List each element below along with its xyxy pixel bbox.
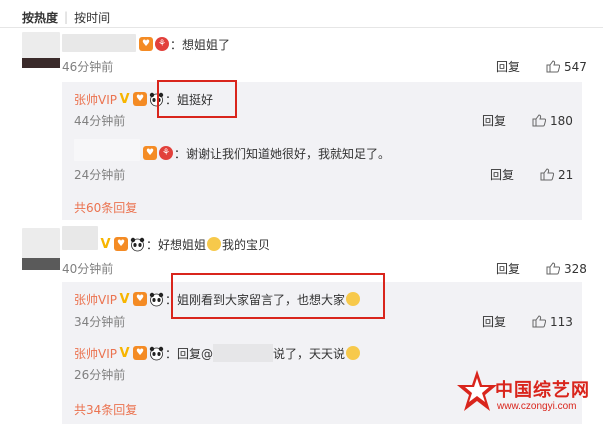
more-replies-link[interactable]: 共60条回复 [74,199,137,216]
like-count: 180 [550,113,573,128]
reply-button[interactable]: 回复 [496,58,520,75]
reply-time: 26分钟前 [74,368,126,382]
reply-line: 张帅VIP V ♥ ：回复@ 说了，天天说 [74,344,361,362]
like-icon[interactable] [540,168,555,181]
sort-by-hot[interactable]: 按热度 [22,9,58,26]
like-count: 328 [564,261,587,276]
reply-button[interactable]: 回复 [496,260,520,277]
reply-button[interactable]: 回复 [482,112,506,129]
mention-redacted[interactable] [213,344,274,362]
crying-emoji-icon [207,237,222,251]
comment-actions: 回复 328 [496,260,587,277]
verified-v-icon: V [119,291,130,307]
username-redacted[interactable] [62,34,136,52]
star-logo-icon [457,370,497,411]
sort-separator: | [64,10,69,24]
reply-time: 34分钟前 [74,315,126,329]
reply-username[interactable]: 张帅VIP [74,91,117,108]
verified-v-icon: V [119,91,130,107]
member-badge-icon: ♥ [133,292,147,306]
reply-text: ：谢谢让我们知道她很好，我就知足了。 [174,146,391,161]
like-count: 21 [558,167,574,182]
panda-emoji-icon [149,292,164,307]
member-badge-icon: ♥ [139,37,153,51]
comment-body: V ♥ ：好想姐姐 我的宝贝 [98,236,270,252]
reply-actions: 回复 21 [490,166,573,183]
reply-time: 24分钟前 [74,168,126,182]
member-badge-icon: ♥ [133,92,147,106]
avatar[interactable] [22,228,60,270]
watermark-title: 中国综艺网 [495,380,590,401]
comment-body: ♥ ⚘ ：想姐姐了 [138,36,230,52]
comment-actions: 回复 547 [496,58,587,75]
comment-time: 40分钟前 [62,262,114,276]
reply-username[interactable]: 张帅VIP [74,345,117,362]
username-redacted[interactable] [74,139,140,161]
avatar[interactable] [22,32,60,68]
like-icon[interactable] [546,60,561,73]
reply-text-tail: 说了，天天说 [273,346,346,361]
like-icon[interactable] [532,315,547,328]
sort-bar: 按热度 | 按时间 [22,8,110,26]
like-count: 113 [550,314,573,329]
reply-actions: 回复 113 [482,313,573,330]
highlight-box [171,273,385,319]
member-badge-icon: ♥ [133,346,147,360]
comment-text: ：好想姐姐 [146,237,207,252]
reply-time: 44分钟前 [74,114,126,128]
reply-line: ♥ ⚘ ：谢谢让我们知道她很好，我就知足了。 [142,145,390,161]
like-icon[interactable] [546,262,561,275]
reply-button[interactable]: 回复 [482,313,506,330]
highlight-box [157,80,237,118]
member-badge-icon: ♥ [143,146,157,160]
sort-by-time[interactable]: 按时间 [74,9,110,26]
like-icon[interactable] [532,114,547,127]
grin-emoji-icon [346,346,361,360]
reply-actions: 回复 180 [482,112,573,129]
member-badge-icon: ♥ [114,237,128,251]
more-replies-link[interactable]: 共34条回复 [74,401,137,418]
like-count: 547 [564,59,587,74]
comment-text: ：想姐姐了 [170,37,231,52]
weibo-badge-icon: ⚘ [155,37,169,51]
verified-v-icon: V [100,236,111,252]
weibo-badge-icon: ⚘ [159,146,173,160]
divider [0,27,603,28]
panda-emoji-icon [149,346,164,361]
watermark-url: www.czongyi.com [497,401,577,412]
reply-text: ：回复@ [165,346,214,361]
comment-time: 46分钟前 [62,60,114,74]
verified-v-icon: V [119,345,130,361]
panda-emoji-icon [130,237,145,252]
watermark-logo: 中国综艺网 www.czongyi.com [457,368,597,420]
comment-text-tail: 我的宝贝 [222,237,271,252]
reply-username[interactable]: 张帅VIP [74,291,117,308]
username-redacted[interactable] [62,226,98,250]
reply-button[interactable]: 回复 [490,166,514,183]
